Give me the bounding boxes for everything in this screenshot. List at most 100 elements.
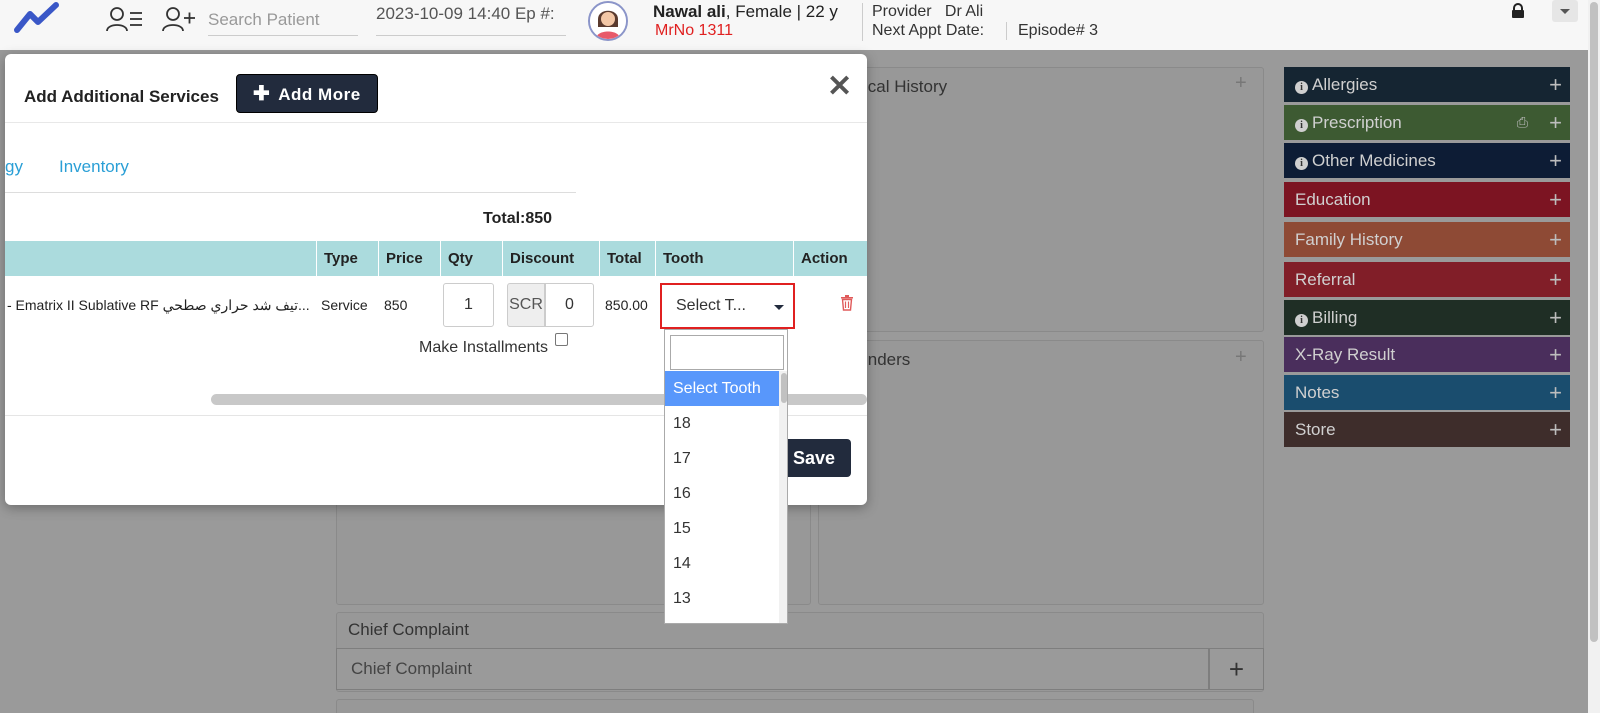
column-header-price: Price [378,241,440,276]
add-reminder-icon[interactable]: + [1235,346,1247,369]
make-installments-checkbox[interactable] [555,333,568,346]
sidebar-item-education[interactable]: Education + [1284,182,1570,217]
print-icon[interactable]: ⎙ [1517,105,1528,140]
sidebar-item-prescription[interactable]: i Prescription ⎙ + [1284,105,1570,140]
tab-partial[interactable]: gy [5,157,23,177]
info-icon: i [1295,81,1308,94]
info-icon: i [1295,119,1308,132]
sidebar-item-label: Allergies [1312,75,1378,94]
sidebar-item-label: Notes [1295,383,1340,402]
sidebar-item-label: Family History [1295,230,1403,249]
close-icon[interactable]: ✕ [827,72,852,102]
info-icon: i [1295,314,1308,327]
tooth-option[interactable]: 16 [665,476,779,511]
dropdown-scrollbar[interactable] [779,371,787,623]
patient-name: Nawal ali [653,2,726,21]
tooth-option[interactable]: 18 [665,406,779,441]
sidebar-item-family-history[interactable]: Family History + [1284,222,1570,257]
divider [1006,22,1007,40]
provider-label: Provider Dr Ali [872,3,984,20]
patient-info: , Female | 22 y [725,2,838,21]
tooth-select[interactable]: Select T... [660,283,795,329]
user-menu-button[interactable] [1552,0,1578,22]
total-cell: 850.00 [605,297,648,313]
tooth-option[interactable]: 13 [665,581,779,616]
add-billing-icon[interactable]: + [1549,300,1562,335]
reminders-panel [818,340,1264,605]
lock-icon[interactable] [1511,3,1525,19]
tooth-option[interactable]: 14 [665,546,779,581]
episode-label: Episode# 3 [1018,22,1099,39]
sidebar-item-label: X-Ray Result [1295,345,1396,364]
add-prescription-icon[interactable]: + [1549,105,1562,140]
info-icon: i [1295,157,1308,170]
chevron-down-icon [1560,9,1570,14]
discount-type-addon[interactable]: SCR [507,283,545,327]
sidebar-item-referral[interactable]: Referral + [1284,262,1570,297]
sidebar-item-label: Other Medicines [1312,151,1436,170]
discount-input[interactable]: 0 [545,283,594,327]
patient-list-icon[interactable] [106,6,144,32]
sidebar-item-label: Education [1295,190,1371,209]
qty-input[interactable]: 1 [443,283,494,327]
add-other-medicines-icon[interactable]: + [1549,143,1562,178]
add-allergies-icon[interactable]: + [1549,67,1562,102]
service-name-cell: - Ematrix II Sublative RF تيف شد حراري ص… [7,297,310,313]
sidebar-item-label: Prescription [1312,113,1402,132]
next-appt-label: Next Appt Date: [872,22,985,39]
sidebar-item-label: Referral [1295,270,1356,289]
patient-name-line: Nawal ali, Female | 22 y [653,2,838,22]
tooth-search-input[interactable] [670,335,784,370]
patient-mrno: MrNo 1311 [655,22,733,39]
total-label: Total:850 [483,210,553,227]
page-scrollbar[interactable] [1588,0,1600,713]
column-header-discount: Discount [502,241,599,276]
patient-avatar [588,1,628,41]
add-patient-icon[interactable] [162,6,196,32]
date-episode-text: 2023-10-09 14:40 Ep #: [376,4,555,23]
sidebar-item-billing[interactable]: i Billing + [1284,300,1570,335]
next-panel [336,699,1254,713]
plus-icon: ✚ [253,83,271,105]
sidebar-item-notes[interactable]: Notes + [1284,375,1570,410]
medical-history-panel [847,67,1264,332]
modal-title: Add Additional Services [24,87,219,106]
date-episode-field[interactable]: 2023-10-09 14:40 Ep #: [376,4,566,36]
search-patient-input[interactable] [208,4,358,36]
trash-icon[interactable] [840,295,854,311]
tooth-option[interactable]: 15 [665,511,779,546]
add-notes-icon[interactable]: + [1549,375,1562,410]
tooth-option[interactable]: Select Tooth [665,371,779,406]
add-more-button[interactable]: ✚ Add More [236,74,378,113]
divider [5,122,867,123]
add-store-icon[interactable]: + [1549,412,1562,447]
services-table-header: Type Price Qty Discount Total Tooth Acti… [5,241,867,276]
add-more-label: Add More [278,85,361,104]
sidebar-item-label: Store [1295,420,1336,439]
price-cell: 850 [384,297,408,313]
sidebar-item-other-medicines[interactable]: i Other Medicines + [1284,143,1570,178]
add-xray-result-icon[interactable]: + [1549,337,1562,372]
add-chief-complaint-button[interactable]: + [1209,648,1264,690]
add-referral-icon[interactable]: + [1549,262,1562,297]
avatar-icon [590,3,626,39]
chief-complaint-input[interactable]: Chief Complaint [336,648,1209,690]
column-header-action: Action [793,241,867,276]
tab-inventory[interactable]: Inventory [59,157,129,177]
tooth-option[interactable]: 17 [665,441,779,476]
add-medical-history-icon[interactable]: + [1235,72,1247,95]
column-header-tooth: Tooth [655,241,793,276]
chief-complaint-title: Chief Complaint [348,620,469,639]
make-installments-label: Make Installments [419,339,548,356]
sidebar-item-store[interactable]: Store + [1284,412,1570,447]
app-logo-icon[interactable] [14,2,60,34]
top-bar: 2023-10-09 14:40 Ep #: Nawal ali, Female… [0,0,1600,50]
add-family-history-icon[interactable]: + [1549,222,1562,257]
type-cell: Service [321,297,368,313]
tab-underline [5,192,576,193]
sidebar-item-label: Billing [1312,308,1358,327]
sidebar-item-allergies[interactable]: i Allergies + [1284,67,1570,102]
divider [862,3,863,41]
sidebar-item-xray-result[interactable]: X-Ray Result + [1284,337,1570,372]
add-education-icon[interactable]: + [1549,182,1562,217]
